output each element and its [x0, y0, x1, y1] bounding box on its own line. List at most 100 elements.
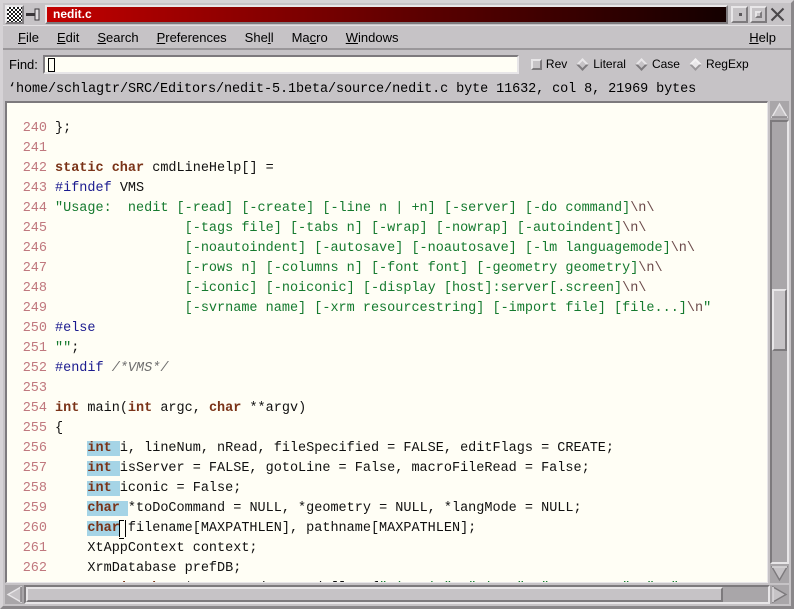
- code-token: \n\: [622, 220, 647, 236]
- scroll-up-arrow[interactable]: [770, 101, 789, 120]
- menu-macro[interactable]: Macro: [283, 28, 337, 47]
- gutter-gap: [47, 519, 55, 539]
- code-line[interactable]: 242 static char cmdLineHelp[] =: [7, 161, 274, 176]
- code-line[interactable]: 263 static char *protectedKeywords[] = {…: [7, 581, 687, 583]
- menu-preferences[interactable]: Preferences: [148, 28, 236, 47]
- menu-help-rest: elp: [758, 29, 776, 45]
- code-token: ,: [525, 581, 541, 583]
- code-line[interactable]: 251 "";: [7, 341, 80, 356]
- code-line[interactable]: 255 {: [7, 421, 63, 436]
- line-number: 244: [22, 200, 47, 216]
- menu-edit-rest: dit: [65, 29, 80, 45]
- menu-file-mnemonic: F: [18, 29, 26, 45]
- menu-help-mnemonic: H: [749, 29, 759, 45]
- line-number: 261: [22, 540, 47, 556]
- title-strip[interactable]: nedit.c: [45, 4, 728, 24]
- code-line[interactable]: 254 int main(int argc, char **argv): [7, 401, 306, 416]
- code-line[interactable]: 244 "Usage: nedit [-read] [-create] [-li…: [7, 201, 655, 216]
- horizontal-scrollbar[interactable]: [5, 585, 789, 604]
- case-radio[interactable]: [635, 57, 648, 71]
- gutter-gap: [47, 199, 55, 219]
- code-token: "Usage: nedit [-read] [-create] [-line n…: [55, 200, 631, 216]
- menu-edit[interactable]: Edit: [48, 28, 88, 47]
- menu-help[interactable]: Help: [740, 28, 785, 47]
- pin-icon[interactable]: [25, 5, 43, 24]
- option-literal[interactable]: Literal: [576, 57, 626, 71]
- code-line[interactable]: 249 [-svrname name] [-xrm resourcestring…: [7, 300, 712, 316]
- code-token: int: [87, 480, 120, 496]
- code-token: \n\: [630, 200, 655, 216]
- editor-area: 240 }; 241 242 static char cmdLineHelp[]…: [3, 100, 791, 606]
- code-line[interactable]: 241: [7, 141, 55, 156]
- scroll-left-arrow[interactable]: [5, 585, 24, 604]
- code-line[interactable]: 247 [-rows n] [-columns n] [-font font] …: [7, 261, 663, 276]
- code-line[interactable]: 243 #ifndef VMS: [7, 181, 144, 196]
- code-token: ,: [679, 581, 687, 583]
- v-space-above: [772, 122, 787, 289]
- code-line[interactable]: 259 char *toDoCommand = NULL, *geometry …: [7, 500, 582, 516]
- title-bar: nedit.c: [3, 3, 791, 25]
- option-regexp[interactable]: RegExp: [689, 57, 749, 71]
- search-input[interactable]: [42, 54, 519, 74]
- code-token: [-svrname name] [-xrm resourcestring] [-…: [55, 300, 687, 316]
- menu-shell[interactable]: Shell: [236, 28, 283, 47]
- code-line[interactable]: 261 XtAppContext context;: [7, 541, 258, 556]
- horizontal-scroll-thumb[interactable]: [26, 587, 724, 602]
- scroll-right-arrow[interactable]: [770, 585, 789, 604]
- code-line[interactable]: 262 XrmDatabase prefDB;: [7, 561, 242, 576]
- menu-windows[interactable]: Windows: [337, 28, 408, 47]
- code-token: argc,: [152, 400, 209, 416]
- code-line[interactable]: 256 int i, lineNum, nRead, fileSpecified…: [7, 439, 614, 459]
- code-line[interactable]: 252 #endif /*VMS*/: [7, 360, 169, 376]
- code-token: [-tags file] [-tabs n] [-wrap] [-nowrap]…: [55, 220, 623, 236]
- menu-search[interactable]: Search: [88, 28, 147, 47]
- text-pane[interactable]: 240 }; 241 242 static char cmdLineHelp[]…: [5, 101, 768, 583]
- code-token: {: [55, 420, 64, 436]
- code-line[interactable]: 258 int iconic = False;: [7, 480, 241, 496]
- line-number: 252: [22, 360, 47, 376]
- code-token: "-iconic": [379, 581, 452, 583]
- rev-checkbox[interactable]: [530, 58, 542, 70]
- menu-file[interactable]: File: [9, 28, 48, 47]
- code-line[interactable]: 240 };: [7, 121, 72, 136]
- horizontal-scroll-trough[interactable]: [24, 585, 770, 604]
- vertical-scroll-thumb[interactable]: [772, 289, 787, 351]
- code-token: VMS: [111, 180, 145, 196]
- code-token: #else: [55, 320, 96, 336]
- vertical-scroll-trough[interactable]: [770, 120, 789, 564]
- code-token: \n\: [638, 260, 663, 276]
- source-code[interactable]: 240 }; 241 242 static char cmdLineHelp[]…: [7, 119, 712, 583]
- code-line[interactable]: 260 char filename[MAXPATHLEN], pathname[…: [7, 519, 476, 539]
- option-case[interactable]: Case: [635, 57, 680, 71]
- menu-edit-mnemonic: E: [56, 29, 66, 45]
- vertical-scrollbar[interactable]: [770, 101, 789, 583]
- code-token: char: [87, 500, 128, 516]
- gutter-gap: [47, 319, 55, 339]
- window-title: nedit.c: [53, 7, 92, 21]
- literal-radio[interactable]: [576, 57, 590, 71]
- regexp-radio[interactable]: [689, 57, 702, 71]
- line-number: 245: [22, 220, 47, 236]
- window-menu-icon[interactable]: [5, 4, 24, 24]
- code-line[interactable]: 257 int isServer = FALSE, gotoLine = Fal…: [7, 460, 590, 476]
- minimize-button[interactable]: [731, 5, 748, 23]
- close-button[interactable]: [768, 5, 787, 24]
- code-line[interactable]: 250 #else: [7, 321, 96, 336]
- code-line[interactable]: 246 [-noautoindent] [-autosave] [-noauto…: [7, 241, 695, 256]
- scroll-down-arrow[interactable]: [770, 564, 789, 583]
- code-line[interactable]: 253: [7, 381, 55, 396]
- code-token: #ifndef: [55, 180, 112, 196]
- code-line[interactable]: 248 [-iconic] [-noiconic] [-display [hos…: [7, 281, 647, 296]
- gutter-gap: [47, 399, 55, 419]
- line-number: 243: [22, 180, 47, 196]
- code-token: #endif: [55, 360, 104, 376]
- maximize-button[interactable]: [750, 5, 767, 23]
- code-line[interactable]: 245 [-tags file] [-tabs n] [-wrap] [-now…: [7, 220, 647, 236]
- code-token: \n: [686, 300, 704, 316]
- code-token: int: [87, 460, 120, 476]
- gutter-gap: [47, 439, 55, 459]
- option-rev[interactable]: Rev: [530, 57, 567, 71]
- line-number: 258: [22, 480, 47, 496]
